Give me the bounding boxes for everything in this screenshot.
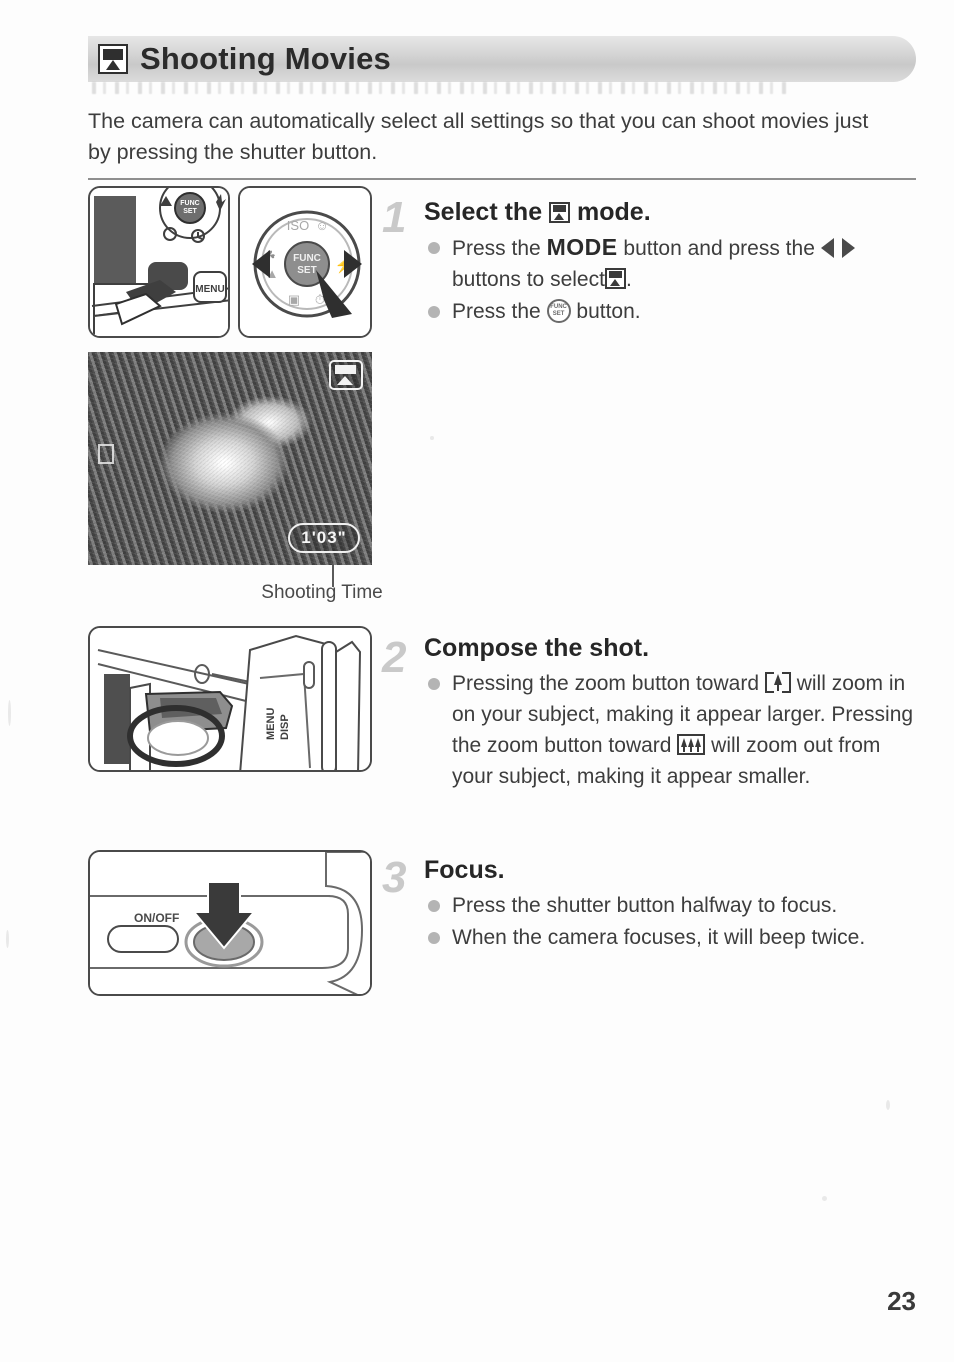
scan-artifact [8,700,11,726]
scan-artifact [822,1196,827,1201]
scan-artifact [6,930,9,948]
bullet-text-part1: Pressing the zoom button toward [452,672,760,695]
bullet-dot-icon [428,678,440,690]
step-2-text: Compose the shot. Pressing the zoom butt… [424,632,916,793]
intro-paragraph: The camera can automatically select all … [88,109,869,164]
bullet-text: When the camera focuses, it will beep tw… [452,926,866,949]
step-1-text: Select the mode. Press the MODE button a… [424,196,916,328]
mode-button-label: MODE [546,234,618,260]
bullet-dot-icon [428,242,440,254]
svg-text:FUNC: FUNC [293,253,321,264]
step-3-bullet-1: Press the shutter button halfway to focu… [424,890,916,921]
movie-mode-icon [604,268,626,289]
camera-zoom-button-diagram: MENU DISP [88,626,372,772]
wide-angle-zoom-icon [677,734,706,755]
movie-camera-icon [98,44,128,74]
scan-artifact [886,1100,890,1110]
step-2-bullets: Pressing the zoom button toward will zoo… [424,668,916,792]
camera-back-illustration: FUNC SET MENU [90,188,228,336]
svg-text:MENU: MENU [265,708,277,740]
step-3-number: 3 [382,853,407,902]
svg-text:MENU: MENU [195,284,224,295]
set-label: SET [552,311,565,317]
bullet-text-part4: . [625,268,632,291]
func-label: FUNC [550,304,567,310]
step-3-bullets: Press the shutter button halfway to focu… [424,890,916,953]
svg-text:▣: ▣ [288,292,300,307]
svg-text:ON/OFF: ON/OFF [134,911,179,925]
camera-shutter-button-diagram: ON/OFF [88,850,372,996]
step-1-number: 1 [382,193,407,242]
step-2-bullet-1: Pressing the zoom button toward will zoo… [424,668,916,792]
step-2-heading: Compose the shot. [424,634,650,662]
bullet-text-part1: Press the [452,300,541,323]
bullet-dot-icon [428,900,440,912]
step-2-number: 2 [382,633,407,682]
bullet-text-part3: buttons to select [452,268,605,291]
func-set-button-icon: FUNC SET [546,299,571,323]
telephoto-zoom-icon [764,672,791,693]
step-3-heading: Focus. [424,856,505,884]
control-dial-func-set-diagram: FUNC SET ISO ☺ ☘ ▲ ⚡ ▣ ⏱ [238,186,372,338]
page-number: 23 [887,1286,916,1316]
movie-mode-icon [549,202,571,223]
step-1-heading: Select the mode. [424,196,916,228]
section-divider [88,178,916,180]
step-1-heading-before: Select the [424,198,543,226]
manual-page: Shooting Movies The camera can automatic… [0,0,954,1362]
svg-text:DISP: DISP [279,714,291,740]
scan-ghost-text [92,82,792,94]
scan-artifact [430,436,434,440]
sample-photo-dog: 1'03" [88,352,372,565]
svg-text:ISO: ISO [287,218,309,233]
shooting-time-caption: Shooting Time [261,582,383,603]
step-1-heading-after: mode. [577,198,651,226]
bullet-text-part2: button. [576,300,641,323]
page-title: Shooting Movies [140,41,391,76]
shooting-time-badge: 1'03" [288,523,360,553]
section-header: Shooting Movies [98,38,391,80]
svg-text:SET: SET [183,208,197,215]
movie-mode-osd-icon [329,360,363,390]
step-3-text: Focus. Press the shutter button halfway … [424,854,916,954]
control-dial-illustration: FUNC SET ISO ☺ ☘ ▲ ⚡ ▣ ⏱ [240,188,370,336]
zoom-button-illustration: MENU DISP [90,628,370,770]
step-1-bullet-1: Press the MODE button and press the butt… [424,232,916,295]
bullet-dot-icon [428,932,440,944]
bullet-dot-icon [428,306,440,318]
step-1-bullets: Press the MODE button and press the butt… [424,232,916,327]
camera-back-menu-button-diagram: FUNC SET MENU [88,186,230,338]
left-right-arrows-icon [820,237,855,259]
step-3-bullet-2: When the camera focuses, it will beep tw… [424,922,916,953]
bullet-text: Press the shutter button halfway to focu… [452,894,838,917]
svg-text:FUNC: FUNC [180,200,199,207]
bullet-text-part2: button and press the [623,237,815,260]
step-1-bullet-2: Press the FUNC SET button. [424,296,916,327]
shutter-button-illustration: ON/OFF [90,852,370,994]
svg-text:☺: ☺ [315,218,328,233]
af-frame-icon [98,444,114,464]
svg-text:SET: SET [297,265,316,276]
bullet-text-part1: Press the [452,237,541,260]
